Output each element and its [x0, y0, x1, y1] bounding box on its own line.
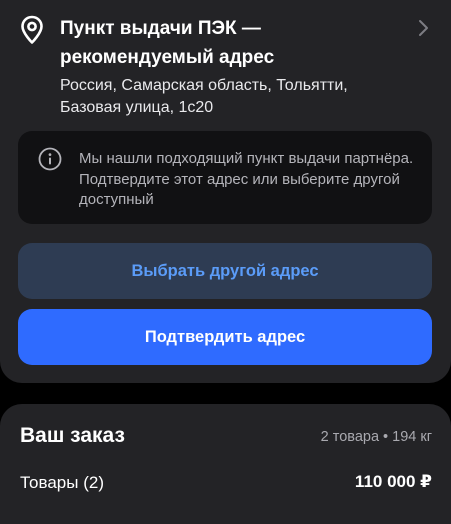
- chevron-right-icon[interactable]: [416, 19, 430, 37]
- order-items-weight: 2 товара • 194 кг: [320, 429, 432, 445]
- partner-point-notice: Мы нашли подходящий пункт выдачи партнёр…: [18, 131, 432, 224]
- pickup-point-card: Пункт выдачи ПЭК — рекомендуемый адрес Р…: [0, 0, 451, 383]
- info-icon: [38, 147, 62, 171]
- confirm-address-button[interactable]: Подтвердить адрес: [18, 309, 432, 365]
- notice-text: Мы нашли подходящий пункт выдачи партнёр…: [79, 150, 414, 208]
- order-title: Ваш заказ: [20, 424, 125, 447]
- pickup-point-address: Россия, Самарская область, Тольятти, Баз…: [60, 77, 348, 116]
- goods-label: Товары (2): [20, 473, 104, 492]
- choose-other-address-button[interactable]: Выбрать другой адрес: [18, 243, 432, 299]
- order-summary-card: Ваш заказ 2 товара • 194 кг Товары (2) 1…: [0, 404, 451, 524]
- map-pin-icon: [21, 15, 43, 44]
- goods-price: 110 000 ₽: [354, 472, 432, 491]
- pickup-point-title: Пункт выдачи ПЭК — рекомендуемый адрес: [60, 18, 275, 68]
